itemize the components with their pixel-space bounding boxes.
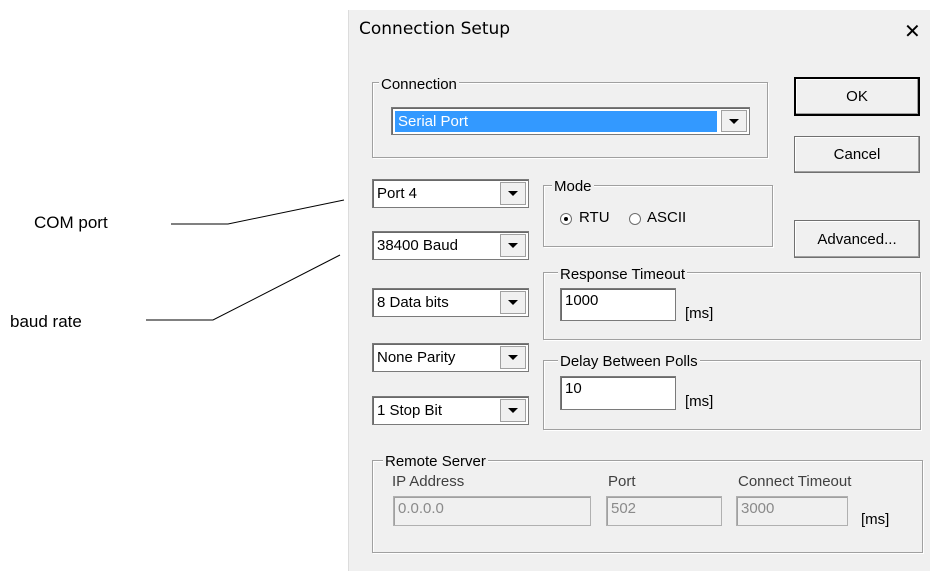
stop-bits-value: 1 Stop Bit [377, 402, 443, 419]
data-bits-value: 8 Data bits [377, 294, 449, 311]
baud-rate-annotation: baud rate [10, 312, 82, 331]
dialog-title: Connection Setup [359, 19, 511, 39]
connection-group-label: Connection [379, 76, 459, 93]
connection-type-value: Serial Port [395, 111, 717, 132]
parity-value: None Parity [377, 349, 456, 366]
connect-timeout-input[interactable]: 3000 [736, 496, 848, 526]
baud-rate-select[interactable]: 38400 Baud [372, 231, 529, 260]
com-port-select[interactable]: Port 4 [372, 179, 529, 208]
response-timeout-label: Response Timeout [558, 266, 688, 283]
connect-timeout-label: Connect Timeout [738, 473, 852, 490]
remote-server-label: Remote Server [383, 453, 488, 470]
mode-ascii-label[interactable]: ASCII [647, 209, 686, 226]
stop-bits-select[interactable]: 1 Stop Bit [372, 396, 529, 425]
data-bits-select[interactable]: 8 Data bits [372, 288, 529, 317]
mode-rtu-radio[interactable] [560, 213, 572, 225]
connection-setup-dialog: Connection Setup ✕ Connection Serial Por… [348, 10, 930, 571]
mode-ascii-radio[interactable] [629, 213, 641, 225]
com-port-annotation: COM port [34, 213, 108, 232]
response-timeout-input[interactable]: 1000 [560, 288, 676, 321]
ok-button[interactable]: OK [794, 77, 920, 116]
chevron-down-icon[interactable] [500, 234, 526, 257]
delay-between-polls-input[interactable]: 10 [560, 376, 676, 410]
baud-rate-value: 38400 Baud [377, 237, 458, 254]
cancel-button[interactable]: Cancel [794, 136, 920, 173]
chevron-down-icon[interactable] [500, 291, 526, 314]
advanced-button[interactable]: Advanced... [794, 220, 920, 258]
response-timeout-unit: [ms] [685, 305, 714, 322]
mode-group-label: Mode [552, 178, 594, 195]
com-port-leader-line [171, 199, 345, 225]
chevron-down-icon[interactable] [500, 346, 526, 369]
chevron-down-icon[interactable] [721, 110, 747, 132]
title-bar: Connection Setup ✕ [349, 10, 930, 52]
close-icon[interactable]: ✕ [904, 19, 921, 43]
chevron-down-icon[interactable] [500, 182, 526, 205]
delay-between-polls-unit: [ms] [685, 393, 714, 410]
mode-rtu-label[interactable]: RTU [579, 209, 610, 226]
port-input[interactable]: 502 [606, 496, 722, 526]
com-port-value: Port 4 [377, 185, 418, 202]
connect-timeout-unit: [ms] [861, 511, 890, 528]
port-label: Port [608, 473, 636, 490]
ip-address-label: IP Address [392, 473, 465, 490]
chevron-down-icon[interactable] [500, 399, 526, 422]
connection-type-select[interactable]: Serial Port [391, 107, 750, 135]
parity-select[interactable]: None Parity [372, 343, 529, 372]
delay-between-polls-label: Delay Between Polls [558, 353, 700, 370]
baud-rate-leader-line [146, 254, 341, 321]
ip-address-input[interactable]: 0.0.0.0 [393, 496, 591, 526]
